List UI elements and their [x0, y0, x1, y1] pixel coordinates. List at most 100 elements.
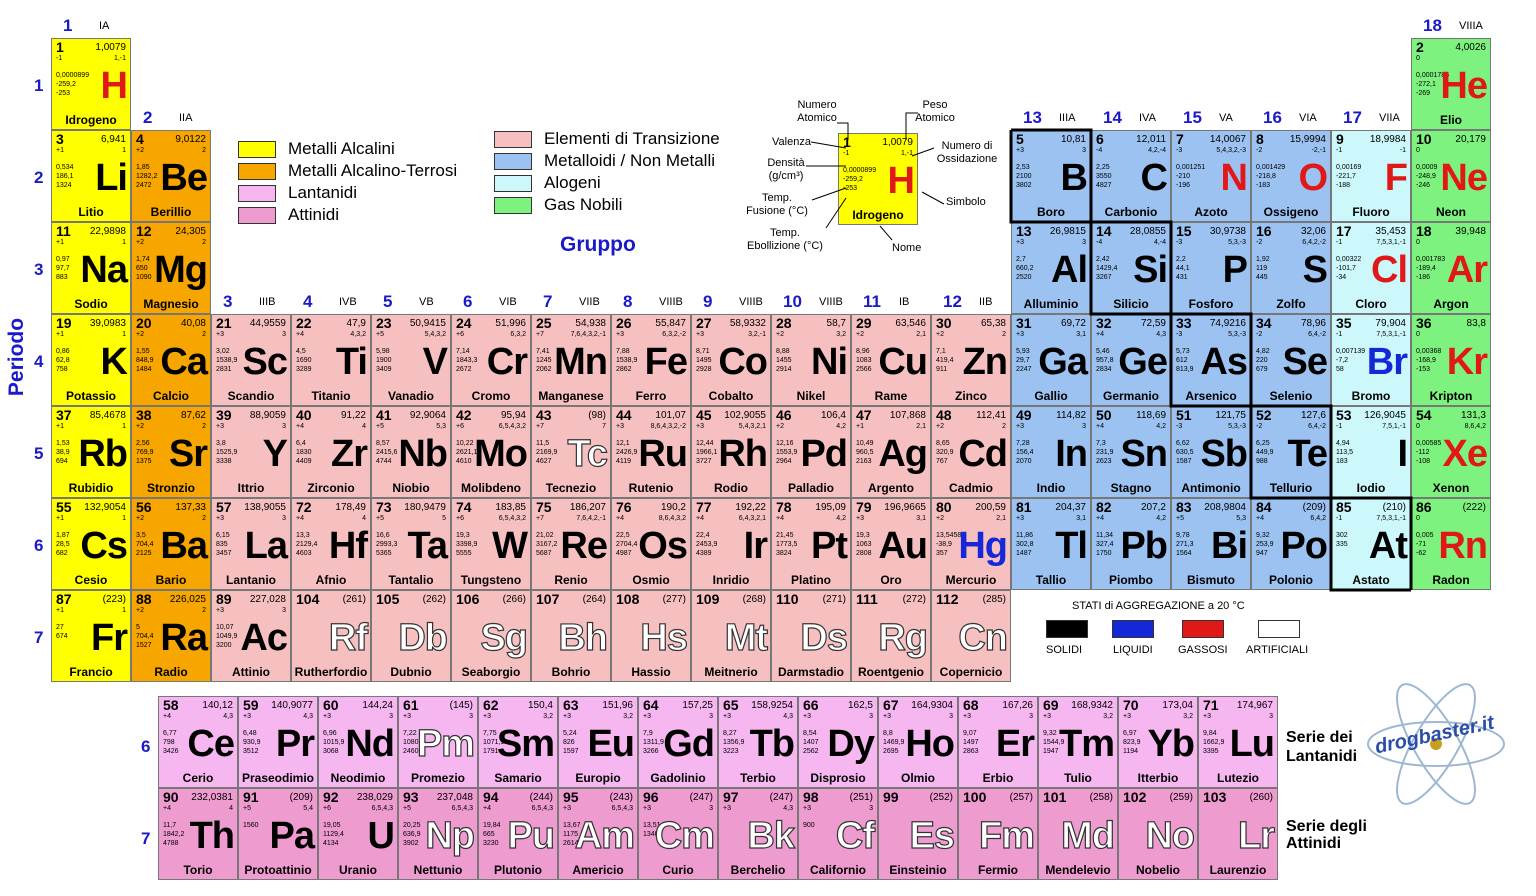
- element-symbol: Nd: [345, 723, 395, 765]
- atomic-number: 98: [803, 789, 819, 805]
- atomic-mass: 4,0026: [1455, 42, 1486, 53]
- atomic-mass: (145): [449, 700, 473, 711]
- physical-value: 3550: [1096, 173, 1112, 180]
- group-number: 11: [863, 292, 881, 311]
- element-cell-cd: 48 112,41 +2 2 8,65 320,9 767 Cd Cadmio: [931, 406, 1011, 498]
- atomic-mass: 173,04: [1162, 700, 1193, 711]
- atomic-mass: 24,305: [175, 226, 206, 237]
- physical-value: 7,3: [1096, 440, 1106, 447]
- legend-swatch-nonmetals: [494, 153, 532, 170]
- physical-value: 2062: [536, 366, 552, 373]
- atomic-number: 33: [1176, 315, 1192, 331]
- physical-data: 0,00169 -221,7 -188: [1336, 163, 1366, 190]
- physical-data: 19,3 3398,9 5555: [456, 531, 486, 558]
- physical-value: 1842,2: [163, 831, 185, 838]
- physical-value: -183: [1256, 182, 1271, 189]
- atomic-number: 25: [536, 315, 552, 331]
- atomic-mass: (277): [662, 594, 686, 605]
- element-cell-pd: 46 106,4 +2 4,2 12,16 1553,9 2964 Pd Palladio: [771, 406, 851, 498]
- state-swatch-solid: [1046, 620, 1088, 638]
- group-number: 6: [463, 292, 473, 311]
- atomic-number: 50: [1096, 407, 1112, 423]
- element-name: Carbonio: [1104, 205, 1158, 219]
- physical-value: 5: [136, 624, 140, 631]
- legend-label-halogens: Alogeni: [544, 173, 601, 192]
- physical-value: 1282,2: [136, 173, 158, 180]
- element-name: Fluoro: [1352, 205, 1390, 219]
- physical-value: 0,0000899: [56, 72, 90, 79]
- valence: +2: [136, 515, 144, 522]
- oxidation-states: 3,1: [1076, 515, 1086, 522]
- physical-value: 3824: [776, 550, 792, 557]
- element-cell-mt: 109 (268) Mt Meitnerio: [691, 590, 771, 682]
- valence: -3: [1176, 147, 1183, 154]
- element-cell-md: 101 (258) Md Mendelevio: [1038, 788, 1118, 880]
- oxidation-states: 6,4,-2: [1308, 423, 1326, 430]
- atomic-mass: 167,26: [1002, 700, 1033, 711]
- atomic-number: 58: [163, 697, 179, 713]
- physical-value: 0,007139: [1336, 348, 1366, 355]
- atomic-number: 108: [616, 591, 640, 607]
- watermark-logo: drogbaster.it: [1364, 672, 1508, 816]
- element-symbol: In: [1055, 433, 1088, 475]
- physical-value: 1538,9: [216, 357, 238, 364]
- oxidation-states: 3,2: [836, 331, 846, 338]
- physical-value: -272,1: [1416, 81, 1436, 88]
- atomic-number: 20: [136, 315, 152, 331]
- atomic-mass: 137,33: [175, 502, 206, 513]
- physical-value: -112: [1416, 449, 1430, 456]
- atomic-number: 91: [243, 789, 259, 805]
- element-cell-pm: 61 (145) +3 3 7,22 1080 2460 Pm Promezio: [398, 696, 478, 788]
- atomic-number: 103: [1203, 789, 1227, 805]
- atomic-number: 96: [643, 789, 659, 805]
- element-name: Cerio: [182, 771, 214, 785]
- physical-value: 1538,9: [616, 357, 638, 364]
- series-actinides-period: 7: [141, 829, 151, 848]
- group-number: 18: [1423, 16, 1442, 35]
- physical-value: 848,9: [136, 357, 154, 364]
- physical-value: 3,02: [216, 348, 230, 355]
- element-symbol: Tl: [1055, 525, 1088, 567]
- oxidation-states: 3,2,-1: [748, 331, 766, 338]
- oxidation-states: 1: [122, 423, 126, 430]
- atomic-number: 9: [1336, 131, 1344, 147]
- physical-value: 1429,4: [1096, 265, 1118, 272]
- physical-value: 0,005: [1416, 532, 1434, 539]
- physical-value: -7,2: [1336, 357, 1349, 364]
- atomic-mass: 6,941: [100, 134, 126, 145]
- physical-value: 445: [1256, 274, 1268, 281]
- element-name: Silicio: [1113, 297, 1149, 311]
- atomic-number: 17: [1336, 223, 1352, 239]
- element-symbol: Ba: [160, 525, 208, 567]
- element-cell-la: 57 138,9055 +3 3 6,15 835 3457 La Lantanio: [211, 498, 291, 590]
- atomic-mass: (222): [1462, 502, 1486, 513]
- states-title: STATI di AGGREGAZIONE a 20 °C: [1072, 600, 1245, 612]
- element-name: Olmio: [900, 771, 935, 785]
- atomic-number: 75: [536, 499, 552, 515]
- physical-value: 2862: [616, 366, 632, 373]
- physical-value: 97,7: [56, 265, 70, 272]
- group-roman: IIIA: [1059, 112, 1076, 124]
- element-symbol: Rn: [1438, 525, 1488, 567]
- valence: +5: [243, 805, 251, 812]
- element-name: Dubnio: [390, 665, 432, 679]
- group-roman: IA: [99, 20, 110, 32]
- atomic-mass: 162,5: [847, 700, 873, 711]
- physical-value: 3409: [376, 366, 392, 373]
- valence: +2: [136, 331, 144, 338]
- atomic-number: 14: [1096, 223, 1112, 239]
- element-cell-ni: 28 58,7 +2 3,2 8,88 1455 2914 Ni Nikel: [771, 314, 851, 406]
- element-symbol: Cs: [80, 525, 128, 567]
- physical-value: 5,93: [1016, 348, 1030, 355]
- physical-value: 7,1: [936, 348, 946, 355]
- element-cell-er: 68 167,26 +3 3 9,07 1497 2863 Er Erbio: [958, 696, 1038, 788]
- element-name: Piombo: [1109, 573, 1153, 587]
- element-symbol: Pt: [811, 525, 848, 567]
- physical-value: 682: [56, 550, 68, 557]
- atomic-number: 48: [936, 407, 952, 423]
- atomic-number: 111: [856, 591, 878, 607]
- atomic-number: 5: [1016, 131, 1024, 147]
- physical-value: 1,53: [56, 440, 70, 447]
- physical-value: 1,92: [1256, 256, 1270, 263]
- physical-value: 302,8: [1016, 541, 1034, 548]
